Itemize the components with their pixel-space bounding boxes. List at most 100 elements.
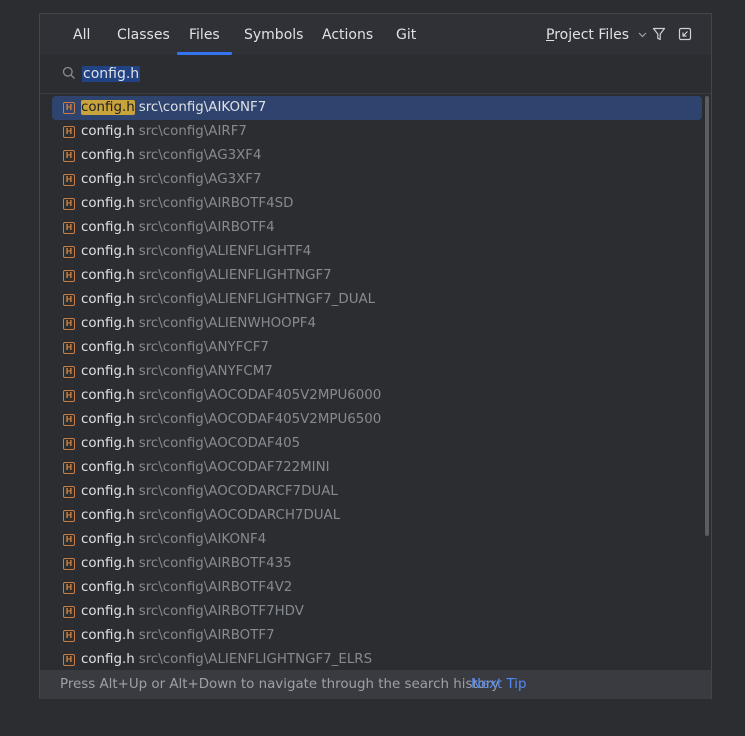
result-file-name: config.h src\config\AOCODARCH7DUAL bbox=[81, 504, 340, 528]
list-item[interactable]: Hconfig.h src\config\ALIENWHOOPF4 bbox=[52, 312, 702, 336]
result-file-name: config.h src\config\ANYFCF7 bbox=[81, 336, 269, 360]
result-file-name: config.h src\config\AIKONF4 bbox=[81, 528, 266, 552]
search-row: config.h bbox=[40, 55, 711, 94]
result-name-text: config.h bbox=[81, 388, 135, 403]
header-file-icon: H bbox=[63, 654, 75, 666]
result-file-name: config.h src\config\ALIENFLIGHTNGF7_DUAL bbox=[81, 288, 375, 312]
header-file-icon: H bbox=[63, 318, 75, 330]
result-path: src\config\ANYFCM7 bbox=[138, 364, 273, 379]
result-name-text: config.h bbox=[81, 316, 135, 331]
result-name-text: config.h bbox=[81, 532, 135, 547]
result-file-name: config.h src\config\AIRBOTF4V2 bbox=[81, 576, 292, 600]
tab-actions[interactable]: Actions bbox=[322, 14, 373, 55]
results-list: Hconfig.h src\config\AIKONF7 Hconfig.h src\… bbox=[52, 96, 702, 672]
tab-classes[interactable]: Classes bbox=[117, 14, 170, 55]
list-item[interactable]: Hconfig.h src\config\AG3XF4 bbox=[52, 144, 702, 168]
list-item[interactable]: Hconfig.h src\config\ANYFCF7 bbox=[52, 336, 702, 360]
list-item[interactable]: Hconfig.h src\config\AOCODAF405V2MPU6000 bbox=[52, 384, 702, 408]
header-file-icon: H bbox=[63, 126, 75, 138]
list-item[interactable]: Hconfig.h src\config\AIRBOTF4 bbox=[52, 216, 702, 240]
result-path: src\config\AOCODAF405V2MPU6000 bbox=[138, 388, 382, 403]
result-name-text: config.h bbox=[81, 124, 135, 139]
result-path: src\config\AIRBOTF4V2 bbox=[138, 580, 293, 595]
result-file-name: config.h src\config\AG3XF4 bbox=[81, 144, 262, 168]
search-input[interactable]: config.h bbox=[82, 64, 642, 84]
list-item[interactable]: Hconfig.h src\config\AG3XF7 bbox=[52, 168, 702, 192]
result-name-text: config.h bbox=[81, 100, 135, 115]
result-path: src\config\ALIENFLIGHTF4 bbox=[138, 244, 312, 259]
result-name-text: config.h bbox=[81, 580, 135, 595]
result-file-name: config.h src\config\ALIENWHOOPF4 bbox=[81, 312, 316, 336]
list-item[interactable]: Hconfig.h src\config\AIRBOTF4V2 bbox=[52, 576, 702, 600]
header-file-icon: H bbox=[63, 366, 75, 378]
result-name-text: config.h bbox=[81, 628, 135, 643]
result-name-text: config.h bbox=[81, 148, 135, 163]
header-file-icon: H bbox=[63, 606, 75, 618]
list-item[interactable]: Hconfig.h src\config\AIKONF7 bbox=[52, 96, 702, 120]
result-file-name: config.h src\config\ANYFCM7 bbox=[81, 360, 273, 384]
header-file-icon: H bbox=[63, 150, 75, 162]
list-item[interactable]: Hconfig.h src\config\ALIENFLIGHTNGF7 bbox=[52, 264, 702, 288]
result-path: src\config\AOCODARCF7DUAL bbox=[138, 484, 338, 499]
result-file-name: config.h src\config\AOCODAF405V2MPU6500 bbox=[81, 408, 381, 432]
list-item[interactable]: Hconfig.h src\config\ALIENFLIGHTF4 bbox=[52, 240, 702, 264]
footer-hint: Press Alt+Up or Alt+Down to navigate thr… bbox=[60, 677, 500, 692]
result-file-name: config.h src\config\AOCODAF405 bbox=[81, 432, 300, 456]
scrollbar[interactable] bbox=[705, 96, 709, 536]
result-name-text: config.h bbox=[81, 172, 135, 187]
list-item[interactable]: Hconfig.h src\config\AIRBOTF4SD bbox=[52, 192, 702, 216]
list-item[interactable]: Hconfig.h src\config\ANYFCM7 bbox=[52, 360, 702, 384]
search-icon bbox=[62, 66, 75, 79]
result-file-name: config.h src\config\AIRF7 bbox=[81, 120, 247, 144]
result-path: src\config\ALIENFLIGHTNGF7 bbox=[138, 268, 332, 283]
result-name-text: config.h bbox=[81, 196, 135, 211]
result-name-text: config.h bbox=[81, 460, 135, 475]
list-item[interactable]: Hconfig.h src\config\ALIENFLIGHTNGF7_DUAL bbox=[52, 288, 702, 312]
tab-symbols[interactable]: Symbols bbox=[244, 14, 303, 55]
list-item[interactable]: Hconfig.h src\config\AIKONF4 bbox=[52, 528, 702, 552]
list-item[interactable]: Hconfig.h src\config\AOCODARCF7DUAL bbox=[52, 480, 702, 504]
result-file-name: config.h src\config\AOCODAF722MINI bbox=[81, 456, 330, 480]
result-path: src\config\AIRBOTF435 bbox=[138, 556, 292, 571]
list-item[interactable]: Hconfig.h src\config\ALIENFLIGHTNGF7_ELRS bbox=[52, 648, 702, 672]
result-path: src\config\AIRBOTF4 bbox=[138, 220, 275, 235]
tab-files[interactable]: Files bbox=[189, 14, 220, 55]
scope-dropdown[interactable]: Project Files bbox=[546, 14, 647, 55]
next-tip-link[interactable]: Next Tip bbox=[471, 670, 526, 699]
filter-icon[interactable] bbox=[651, 26, 667, 42]
search-everywhere-popup: All Classes Files Symbols Actions Git Pr… bbox=[39, 13, 712, 699]
result-path: src\config\AOCODAF405V2MPU6500 bbox=[138, 412, 382, 427]
list-item[interactable]: Hconfig.h src\config\AOCODAF405 bbox=[52, 432, 702, 456]
list-item[interactable]: Hconfig.h src\config\AIRBOTF7HDV bbox=[52, 600, 702, 624]
result-path: src\config\AOCODARCH7DUAL bbox=[138, 508, 341, 523]
result-path: src\config\ALIENFLIGHTNGF7_DUAL bbox=[138, 292, 376, 307]
header-file-icon: H bbox=[63, 270, 75, 282]
header-file-icon: H bbox=[63, 438, 75, 450]
result-file-name: config.h src\config\AIKONF7 bbox=[81, 96, 266, 120]
header-file-icon: H bbox=[63, 294, 75, 306]
footer: Press Alt+Up or Alt+Down to navigate thr… bbox=[40, 670, 711, 699]
result-name-text: config.h bbox=[81, 268, 135, 283]
open-in-window-icon[interactable] bbox=[677, 26, 693, 42]
list-item[interactable]: Hconfig.h src\config\AOCODAF405V2MPU6500 bbox=[52, 408, 702, 432]
result-name-text: config.h bbox=[81, 244, 135, 259]
result-path: src\config\AIRBOTF4SD bbox=[138, 196, 294, 211]
header-file-icon: H bbox=[63, 582, 75, 594]
list-item[interactable]: Hconfig.h src\config\AIRF7 bbox=[52, 120, 702, 144]
tab-all[interactable]: All bbox=[73, 14, 90, 55]
list-item[interactable]: Hconfig.h src\config\AIRBOTF435 bbox=[52, 552, 702, 576]
list-item[interactable]: Hconfig.h src\config\AOCODAF722MINI bbox=[52, 456, 702, 480]
result-name-text: config.h bbox=[81, 652, 135, 667]
result-file-name: config.h src\config\ALIENFLIGHTF4 bbox=[81, 240, 311, 264]
scope-mnemonic: P bbox=[546, 27, 555, 43]
header-file-icon: H bbox=[63, 174, 75, 186]
result-file-name: config.h src\config\AOCODAF405V2MPU6000 bbox=[81, 384, 381, 408]
list-item[interactable]: Hconfig.h src\config\AOCODARCH7DUAL bbox=[52, 504, 702, 528]
result-name-text: config.h bbox=[81, 604, 135, 619]
header-file-icon: H bbox=[63, 462, 75, 474]
result-file-name: config.h src\config\AIRBOTF7HDV bbox=[81, 600, 304, 624]
result-name-text: config.h bbox=[81, 508, 135, 523]
result-name-text: config.h bbox=[81, 412, 135, 427]
list-item[interactable]: Hconfig.h src\config\AIRBOTF7 bbox=[52, 624, 702, 648]
tab-git[interactable]: Git bbox=[396, 14, 416, 55]
